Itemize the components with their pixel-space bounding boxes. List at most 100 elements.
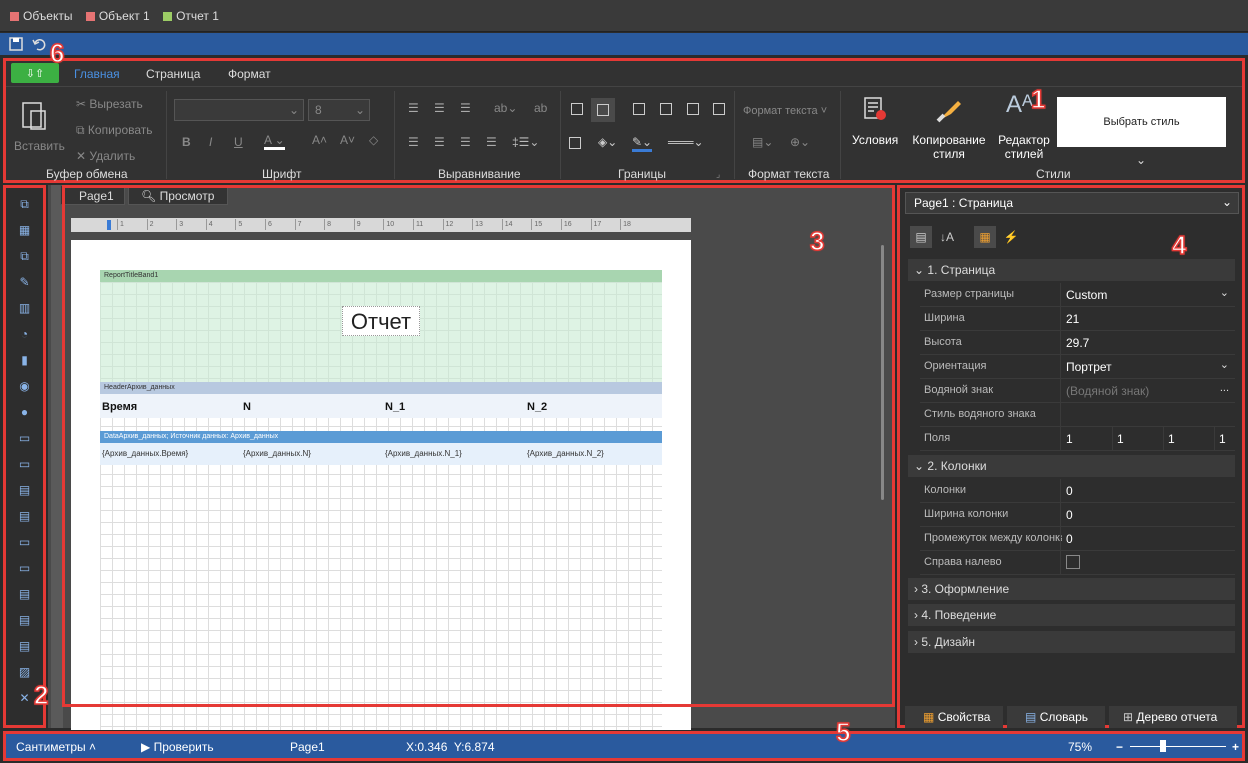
zoom-slider[interactable] bbox=[1130, 746, 1226, 747]
breadcrumb-item[interactable]: Объект 1 bbox=[85, 0, 150, 32]
band-icon[interactable]: ⧉ bbox=[15, 194, 35, 214]
format-icon[interactable]: ▤⌄ bbox=[752, 135, 773, 149]
eraser-icon[interactable]: ◇ bbox=[369, 133, 378, 147]
image-icon[interactable]: ▨ bbox=[15, 662, 35, 682]
data-band-icon[interactable]: ▤ bbox=[15, 584, 35, 604]
property-row[interactable]: Водяной знак (Водяной знак)... bbox=[920, 379, 1235, 403]
table-icon[interactable]: ▤ bbox=[15, 610, 35, 630]
property-value[interactable]: (Водяной знак) bbox=[1066, 384, 1149, 398]
line-spacing-icon[interactable]: ‡☰⌄ bbox=[512, 135, 540, 149]
border-color-icon[interactable]: ✎⌄ bbox=[632, 135, 653, 152]
tab-properties[interactable]: ▦ Свойства bbox=[905, 706, 1003, 728]
property-value[interactable]: 29.7 bbox=[1066, 336, 1089, 350]
pen-icon[interactable]: ✎ bbox=[15, 272, 35, 292]
undo-icon[interactable] bbox=[32, 37, 46, 51]
report-title-icon[interactable]: ▤ bbox=[15, 480, 35, 500]
italic-button[interactable]: I bbox=[209, 135, 212, 149]
border-style-icon[interactable]: ═══⌄ bbox=[668, 135, 704, 149]
font-size-select[interactable]: 8 ⌄ bbox=[308, 99, 370, 121]
group-behavior[interactable]: › 4. Поведение bbox=[908, 604, 1235, 626]
group-appearance[interactable]: › 3. Оформление bbox=[908, 578, 1235, 600]
paste-icon[interactable] bbox=[20, 99, 50, 133]
rtl-checkbox[interactable] bbox=[1066, 555, 1080, 569]
bold-button[interactable]: B bbox=[182, 135, 191, 149]
border-bottom-icon[interactable] bbox=[713, 103, 725, 115]
property-row[interactable]: Поля 1 1 1 1 bbox=[920, 427, 1235, 451]
property-value[interactable]: 0 bbox=[1066, 508, 1073, 522]
tab-dictionary[interactable]: ▤ Словарь bbox=[1007, 706, 1105, 728]
chevron-down-icon[interactable]: ⌄ bbox=[1136, 153, 1146, 167]
choose-style-gallery[interactable]: Выбрать стиль bbox=[1057, 97, 1226, 147]
property-row[interactable]: Колонки 0 bbox=[920, 479, 1235, 503]
delete-button[interactable]: ✕ Удалить bbox=[76, 149, 135, 163]
object-selector[interactable]: Page1 : Страница ⌄ bbox=[905, 192, 1239, 214]
breadcrumb-item[interactable]: Объекты bbox=[10, 0, 73, 32]
cut-button[interactable]: ✂ Вырезать bbox=[76, 97, 143, 111]
tab-report-tree[interactable]: ⊞ Дерево отчета bbox=[1109, 706, 1237, 728]
align-right-icon[interactable]: ☰ bbox=[460, 135, 471, 149]
check-button[interactable]: ▶ Проверить bbox=[141, 740, 214, 754]
margin-field[interactable]: 1 bbox=[1168, 432, 1175, 446]
header-band-icon[interactable]: ▭ bbox=[15, 532, 35, 552]
events-icon[interactable]: ⚡ bbox=[1000, 226, 1022, 248]
page-footer-icon[interactable]: ▭ bbox=[15, 454, 35, 474]
breadcrumb-item[interactable]: Отчет 1 bbox=[163, 0, 219, 32]
shrink-font-button[interactable]: A˅ bbox=[340, 133, 355, 147]
property-row[interactable]: Ширина колонки 0 bbox=[920, 503, 1235, 527]
group-design[interactable]: › 5. Дизайн bbox=[908, 631, 1235, 653]
dialog-launcher-icon[interactable]: ⌟ bbox=[716, 169, 720, 180]
border-top-icon[interactable] bbox=[660, 103, 672, 115]
copy-style-button[interactable]: Копирование стиля bbox=[908, 133, 990, 161]
border-all-button[interactable] bbox=[591, 98, 615, 122]
number-format-icon[interactable]: ⊕⌄ bbox=[790, 135, 810, 149]
margin-field[interactable]: 1 bbox=[1066, 432, 1073, 446]
property-value[interactable]: 21 bbox=[1066, 312, 1079, 326]
properties-icon[interactable]: ▦ bbox=[974, 226, 996, 248]
property-value[interactable]: 0 bbox=[1066, 532, 1073, 546]
property-value[interactable]: 0 bbox=[1066, 484, 1073, 498]
units-selector[interactable]: Сантиметры ˄ bbox=[16, 740, 96, 754]
rotate-text-icon[interactable]: ab⌄ bbox=[494, 101, 517, 115]
property-value[interactable]: Портрет bbox=[1066, 360, 1112, 374]
sort-az-icon[interactable]: ↓A bbox=[936, 226, 958, 248]
property-row[interactable]: Размер страницы Custom ⌄ bbox=[920, 283, 1235, 307]
tab-home[interactable]: Главная bbox=[74, 67, 120, 81]
align-left-icon[interactable]: ☰ bbox=[408, 135, 419, 149]
copy-button[interactable]: ⧉ Копировать bbox=[76, 123, 153, 138]
wrap-text-icon[interactable]: ab bbox=[534, 101, 547, 115]
chart-icon[interactable]: ▮ bbox=[15, 350, 35, 370]
cross-band-icon[interactable]: ▦ bbox=[15, 220, 35, 240]
save-icon[interactable] bbox=[9, 37, 23, 51]
property-row[interactable]: Высота 29.7 bbox=[920, 331, 1235, 355]
zoom-slider-thumb[interactable] bbox=[1160, 740, 1166, 752]
border-left-icon[interactable] bbox=[633, 103, 645, 115]
conditions-button[interactable]: Условия bbox=[852, 133, 898, 147]
page-header-icon[interactable]: ▭ bbox=[15, 428, 35, 448]
align-top-left-icon[interactable]: ☰ bbox=[408, 101, 419, 115]
footer-band-icon[interactable]: ▭ bbox=[15, 558, 35, 578]
tools-icon[interactable]: ✕ bbox=[15, 688, 35, 708]
align-top-right-icon[interactable]: ☰ bbox=[460, 101, 471, 115]
zoom-out-button[interactable]: − bbox=[1116, 740, 1123, 754]
property-row[interactable]: Ориентация Портрет ⌄ bbox=[920, 355, 1235, 379]
fill-color-icon[interactable]: ◈⌄ bbox=[598, 135, 617, 149]
style-editor-button[interactable]: Редактор стилей bbox=[992, 133, 1056, 161]
barcode-icon[interactable]: ▥ bbox=[15, 298, 35, 318]
property-row[interactable]: Ширина 21 bbox=[920, 307, 1235, 331]
group-columns[interactable]: ⌄ 2. Колонки bbox=[908, 455, 1235, 477]
text-format-button[interactable]: Формат текста ˅ bbox=[743, 105, 827, 117]
zoom-in-button[interactable]: + bbox=[1232, 740, 1239, 754]
property-row[interactable]: Промежуток между колонками 0 bbox=[920, 527, 1235, 551]
align-top-center-icon[interactable]: ☰ bbox=[434, 101, 445, 115]
chevron-down-icon[interactable]: ⌄ bbox=[1220, 358, 1229, 371]
justify-icon[interactable]: ☰ bbox=[486, 135, 497, 149]
shape-icon[interactable]: ◔ bbox=[15, 324, 35, 344]
chevron-down-icon[interactable]: ⌄ bbox=[1220, 286, 1229, 299]
border-outer-icon[interactable] bbox=[569, 137, 581, 149]
grow-font-button[interactable]: A˄ bbox=[312, 133, 327, 147]
paste-button[interactable]: Вставить bbox=[14, 139, 65, 153]
categorized-icon[interactable]: ▤ bbox=[910, 226, 932, 248]
property-row[interactable]: Справа налево bbox=[920, 551, 1235, 575]
gauge-icon[interactable]: ◉ bbox=[15, 376, 35, 396]
text-icon[interactable]: ▤ bbox=[15, 636, 35, 656]
